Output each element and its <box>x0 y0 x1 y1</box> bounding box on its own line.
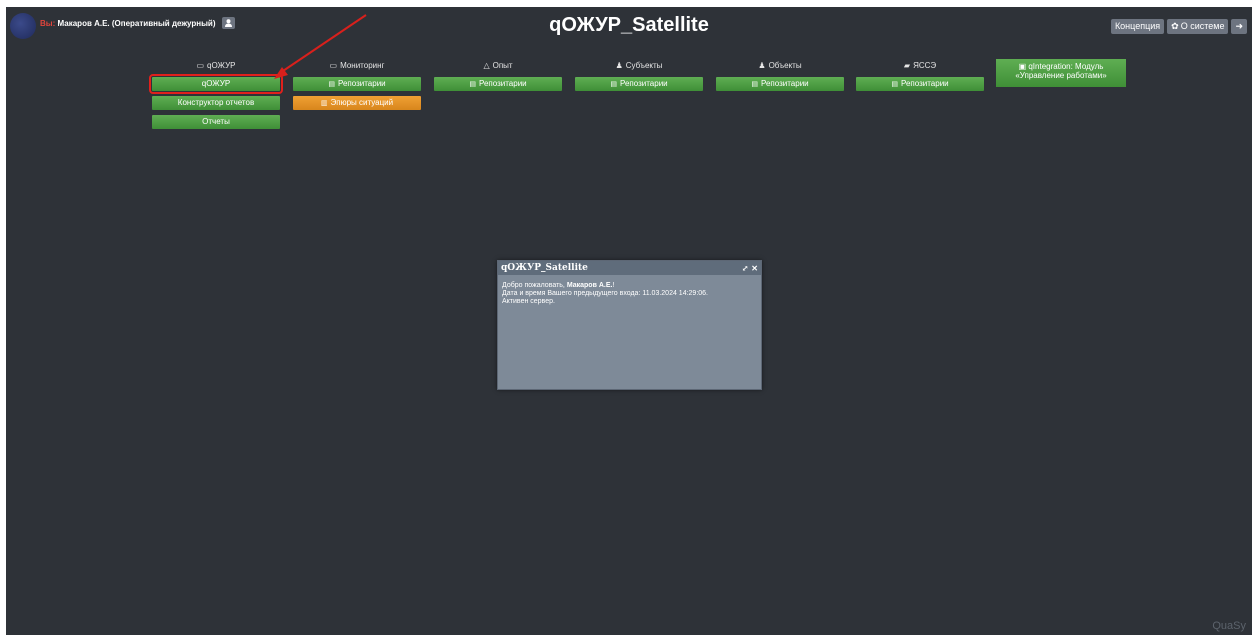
repositories-button[interactable]: ▤ Репозитарии <box>293 77 421 91</box>
menu-column-experience: △ Опыт ▤ Репозитарии <box>434 60 562 91</box>
concept-button[interactable]: Концепция <box>1110 19 1165 34</box>
logout-button[interactable]: ➜ <box>1231 19 1247 34</box>
dialog-title: qОЖУР_Satellite <box>501 263 588 273</box>
welcome-text: Добро пожаловать, <box>502 282 565 289</box>
button-label: Репозитарии <box>760 79 809 88</box>
button-label: Конструктор отчетов <box>177 98 255 107</box>
image-icon: ▣ <box>1018 62 1029 71</box>
welcome-user: Макаров А.Е. <box>566 282 613 289</box>
column-header: ▭ Мониторинг <box>293 60 421 72</box>
users-icon: ♟ <box>758 61 766 70</box>
about-button[interactable]: ✿ О системе <box>1167 19 1229 34</box>
column-header: △ Опыт <box>434 60 562 72</box>
dialog-header: qОЖУР_Satellite ⤢ ✕ <box>498 261 761 275</box>
close-icon[interactable]: ✕ <box>751 263 758 273</box>
app-window: Вы: Макаров А.Е. (Оперативный дежурный) … <box>6 7 1252 635</box>
column-header-label: Мониторинг <box>340 61 385 70</box>
top-right-controls: Концепция ✿ О системе ➜ <box>1110 19 1247 34</box>
reports-button[interactable]: Отчеты <box>152 115 280 129</box>
last-login-text: Дата и время Вашего предыдущего входа: 1… <box>502 290 708 297</box>
users-icon: ♟ <box>615 61 623 70</box>
button-label: Отчеты <box>202 117 230 126</box>
column-header-label: ЯССЭ <box>913 61 937 70</box>
menu-column-qojur: ▭ qОЖУР qОЖУР Конструктор отчетов Отчеты <box>149 60 283 129</box>
repositories-button[interactable]: ▤ Репозитарии <box>434 77 562 91</box>
button-label: Репозитарии <box>478 79 527 88</box>
dialog-controls: ⤢ ✕ <box>742 261 758 275</box>
column-header-label: Опыт <box>492 61 513 70</box>
server-status: Активен сервер. <box>502 298 555 305</box>
logout-icon: ➜ <box>1235 21 1243 31</box>
welcome-excl: ! <box>612 282 615 289</box>
expand-icon[interactable]: ⤢ <box>742 263 749 273</box>
integration-module-button[interactable]: ▣ qIntegration: Модуль «Управление работ… <box>996 59 1126 87</box>
repositories-button[interactable]: ▤ Репозитарии <box>856 77 984 91</box>
database-icon: ▤ <box>328 81 335 88</box>
database-icon: ▤ <box>751 81 758 88</box>
situation-charts-button[interactable]: ▥ Эпюры ситуаций <box>293 96 421 110</box>
welcome-line: Добро пожаловать, Макаров А.Е.! <box>502 282 757 290</box>
dialog-body: Добро пожаловать, Макаров А.Е.! Дата и в… <box>498 275 761 313</box>
welcome-dialog: qОЖУР_Satellite ⤢ ✕ Добро пожаловать, Ма… <box>497 260 762 390</box>
report-builder-button[interactable]: Конструктор отчетов <box>152 96 280 110</box>
database-icon: ▤ <box>469 81 476 88</box>
about-label: О системе <box>1180 21 1225 31</box>
integration-line1: qIntegration: Модуль <box>1028 62 1104 71</box>
app-title: qОЖУР_Satellite <box>549 14 709 36</box>
database-icon: ▤ <box>891 81 898 88</box>
brand-label: QuaSy <box>1212 620 1246 632</box>
header-bar: Вы: Макаров А.Е. (Оперативный дежурный) … <box>6 7 1252 45</box>
monitor-icon: ▭ <box>196 61 205 70</box>
button-label: Репозитарии <box>337 79 386 88</box>
button-label: qОЖУР <box>201 79 231 88</box>
book-icon: ▰ <box>903 61 911 70</box>
column-header-label: Субъекты <box>625 61 663 70</box>
column-header: ▭ qОЖУР <box>152 60 280 72</box>
column-header: ♟ Субъекты <box>575 60 703 72</box>
button-label: Репозитарии <box>900 79 949 88</box>
monitor-icon: ▭ <box>329 61 338 70</box>
repositories-button[interactable]: ▤ Репозитарии <box>716 77 844 91</box>
column-header: ♟ Объекты <box>716 60 844 72</box>
button-label: Эпюры ситуаций <box>330 98 394 107</box>
database-icon: ▤ <box>610 81 617 88</box>
button-label: Репозитарии <box>619 79 668 88</box>
flask-icon: △ <box>483 61 490 70</box>
integration-line2: «Управление работами» <box>1015 71 1107 80</box>
gear-icon: ✿ <box>1171 21 1179 31</box>
column-header: ▰ ЯССЭ <box>856 60 984 72</box>
column-header-label: Объекты <box>768 61 802 70</box>
concept-label: Концепция <box>1114 21 1161 31</box>
menu-column-objects: ♟ Объекты ▤ Репозитарии <box>716 60 844 91</box>
column-header-label: qОЖУР <box>207 61 236 70</box>
menu-column-yasse: ▰ ЯССЭ ▤ Репозитарии <box>856 60 984 91</box>
menu-column-subjects: ♟ Субъекты ▤ Репозитарии <box>575 60 703 91</box>
menu-column-monitoring: ▭ Мониторинг ▤ Репозитарии ▥ Эпюры ситуаций <box>293 60 421 110</box>
repositories-button[interactable]: ▤ Репозитарии <box>575 77 703 91</box>
qojur-button[interactable]: qОЖУР <box>149 74 283 94</box>
chart-icon: ▥ <box>320 100 328 107</box>
